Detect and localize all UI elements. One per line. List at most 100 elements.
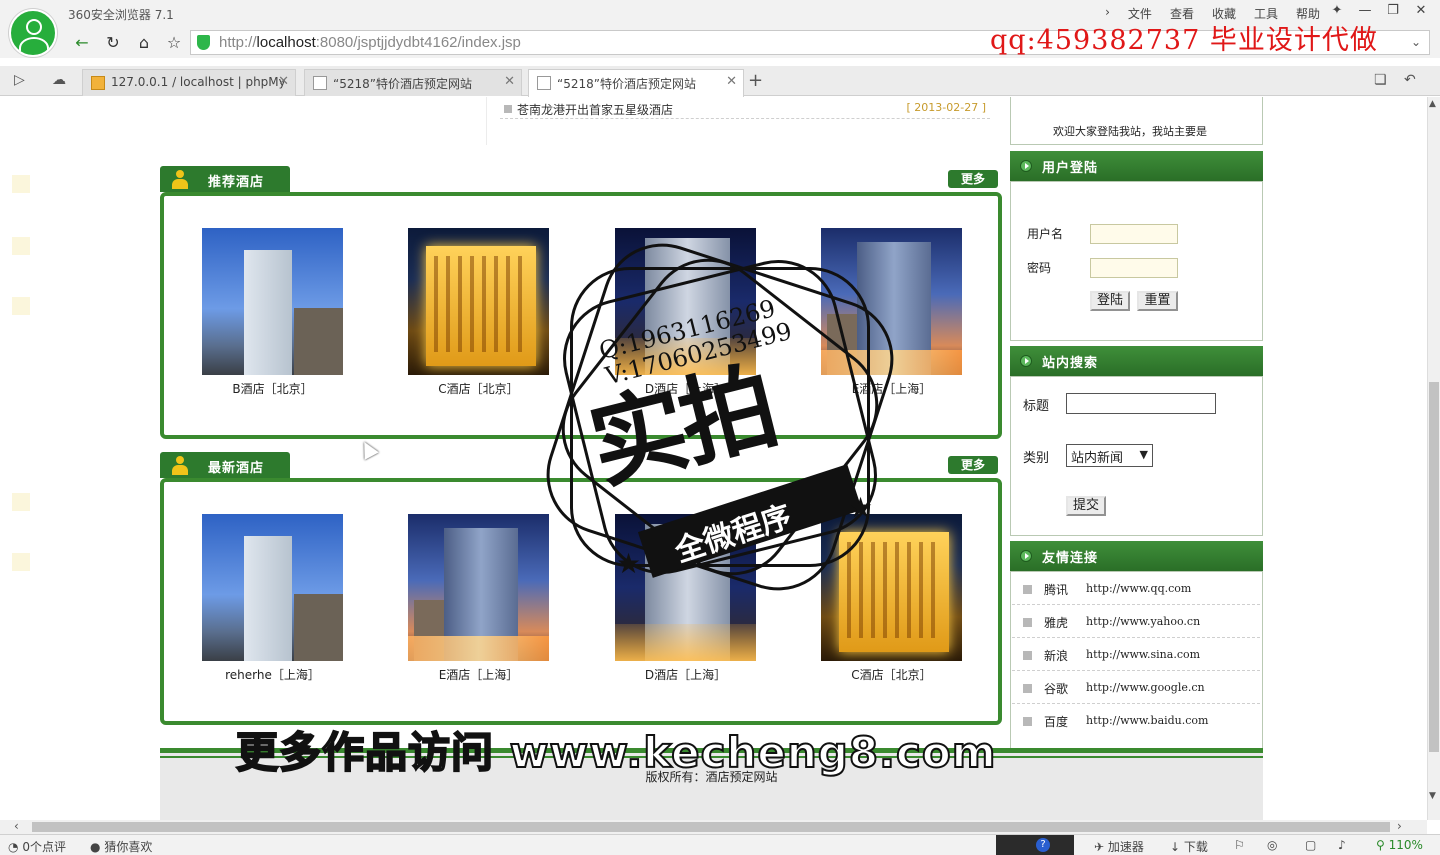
scroll-down-icon[interactable]: ▼ <box>1429 791 1436 801</box>
tab-close-icon[interactable]: ✕ <box>504 74 515 89</box>
back-icon[interactable]: ← <box>70 32 94 54</box>
vertical-scroll-thumb[interactable] <box>1429 382 1439 752</box>
page-footer: 版权所有：酒店预定网站 <box>160 748 1263 820</box>
scroll-up-icon[interactable]: ▲ <box>1429 99 1436 109</box>
link-url[interactable]: http://www.sina.com <box>1086 648 1200 661</box>
password-input[interactable] <box>1090 258 1178 278</box>
tab-close-icon[interactable]: ✕ <box>726 74 737 89</box>
hotel-name[interactable]: E酒店［上海］ <box>408 666 549 683</box>
search-header: 站内搜索 <box>1010 346 1263 376</box>
link-url[interactable]: http://www.qq.com <box>1086 582 1191 595</box>
new-tab-icon[interactable]: + <box>748 70 763 91</box>
login-button[interactable]: 登陆 <box>1090 291 1130 311</box>
link-item[interactable]: 百度 http://www.baidu.com <box>1012 704 1260 737</box>
tab-list-icon[interactable]: ❏ <box>1374 72 1387 88</box>
hotel-photo[interactable] <box>615 228 756 375</box>
hotel-name[interactable]: reherhe［上海］ <box>202 666 343 683</box>
link-item[interactable]: 新浪 http://www.sina.com <box>1012 638 1260 671</box>
link-name[interactable]: 新浪 <box>1044 647 1068 664</box>
scroll-left-icon[interactable]: ‹ <box>14 819 19 833</box>
ie-icon[interactable]: ◎ <box>1267 838 1277 852</box>
hotel-card[interactable]: reherhe［上海］ <box>202 514 343 683</box>
username-input[interactable] <box>1090 224 1178 244</box>
system-tray: ? <box>996 835 1074 855</box>
scroll-right-icon[interactable]: › <box>1397 819 1402 833</box>
hotel-photo[interactable] <box>408 228 549 375</box>
sidebar-toggle-icon[interactable]: ▷ <box>14 72 25 88</box>
hotel-card[interactable]: D酒店［上海］ <box>615 228 756 397</box>
recommended-more-button[interactable]: 更多 <box>948 170 998 188</box>
page-viewport: 苍南龙港开出首家五星级酒店 [ 2013-02-27 ] 欢迎大家登陆我站，我站… <box>0 97 1427 820</box>
category-select[interactable]: 站内新闻 ▼ <box>1066 444 1153 467</box>
accelerator-button[interactable]: ✈ 加速器 <box>1094 838 1144 855</box>
address-dropdown-icon[interactable]: ⌄ <box>1411 35 1421 49</box>
horizontal-scroll-thumb[interactable] <box>32 822 1390 832</box>
refresh-icon[interactable]: ↻ <box>101 32 125 54</box>
rocket-icon: ✈ <box>1094 840 1105 854</box>
flag-icon[interactable]: ⚐ <box>1234 838 1245 852</box>
hotel-photo[interactable] <box>821 514 962 661</box>
vertical-scrollbar[interactable]: ▲ ▼ <box>1427 97 1440 820</box>
star-icon[interactable]: ☆ <box>162 32 186 54</box>
zoom-control[interactable]: ⚲ 110% <box>1376 838 1423 852</box>
horizontal-scrollbar[interactable]: ‹ › <box>0 819 1427 834</box>
link-item[interactable]: 谷歌 http://www.google.cn <box>1012 671 1260 704</box>
hotel-card[interactable]: B酒店［北京］ <box>202 228 343 397</box>
tab-hotel-site-2[interactable]: “5218”特价酒店预定网站 ✕ <box>528 69 744 97</box>
magnifier-icon: ⚲ <box>1376 838 1385 852</box>
address-url[interactable]: http://localhost:8080/jsptjjdydbt4162/in… <box>219 34 521 51</box>
hotel-card[interactable]: E酒店［上海］ <box>408 514 549 683</box>
phpmyadmin-icon <box>91 76 105 90</box>
hotel-name[interactable]: C酒店［北京］ <box>821 666 962 683</box>
hotel-card[interactable]: C酒店［北京］ <box>408 228 549 397</box>
link-name[interactable]: 雅虎 <box>1044 614 1068 631</box>
close-window-icon[interactable]: ✕ <box>1410 2 1432 20</box>
arrow-bullet-icon <box>1020 550 1032 562</box>
guess-status[interactable]: ● 猜你喜欢 <box>90 838 152 855</box>
home-icon[interactable]: ⌂ <box>132 32 156 54</box>
link-url[interactable]: http://www.google.cn <box>1086 681 1205 694</box>
link-item[interactable]: 腾讯 http://www.qq.com <box>1012 572 1260 605</box>
reset-button[interactable]: 重置 <box>1137 291 1178 311</box>
news-item[interactable]: 苍南龙港开出首家五星级酒店 [ 2013-02-27 ] <box>500 99 990 119</box>
link-name[interactable]: 百度 <box>1044 713 1068 730</box>
maximize-icon[interactable]: ❐ <box>1382 2 1404 20</box>
download-button[interactable]: ↓ 下载 <box>1170 838 1208 855</box>
link-name[interactable]: 腾讯 <box>1044 581 1068 598</box>
undo-close-icon[interactable]: ↶ <box>1404 72 1416 88</box>
link-url[interactable]: http://www.baidu.com <box>1086 714 1208 727</box>
heart-icon: ● <box>90 840 101 854</box>
user-avatar[interactable] <box>9 9 57 57</box>
link-item[interactable]: 雅虎 http://www.yahoo.cn <box>1012 605 1260 638</box>
hotel-name[interactable]: D酒店［上海］ <box>615 380 756 397</box>
hotel-name[interactable]: C酒店［北京］ <box>408 380 549 397</box>
hotel-name[interactable]: D酒店［上海］ <box>615 666 756 683</box>
hotel-name[interactable]: E酒店［上海］ <box>821 380 962 397</box>
volume-icon[interactable]: ♪ <box>1338 838 1346 852</box>
help-icon[interactable]: ? <box>1036 838 1050 852</box>
news-title[interactable]: 苍南龙港开出首家五星级酒店 <box>517 101 673 118</box>
hotel-card[interactable]: D酒店［上海］ <box>615 514 756 683</box>
tab-hotel-site-1[interactable]: “5218”特价酒店预定网站 ✕ <box>304 69 522 96</box>
tab-label: 127.0.0.1 / localhost | phpMy <box>111 75 286 89</box>
hotel-photo[interactable] <box>202 228 343 375</box>
hotel-name[interactable]: B酒店［北京］ <box>202 380 343 397</box>
qq-watermark: qq:459382737 毕业设计代做 <box>990 25 1378 56</box>
search-submit-button[interactable]: 提交 <box>1066 496 1106 516</box>
link-name[interactable]: 谷歌 <box>1044 680 1068 697</box>
hotel-card[interactable]: E酒店［上海］ <box>821 228 962 397</box>
link-url[interactable]: http://www.yahoo.cn <box>1086 615 1200 628</box>
hotel-photo[interactable] <box>408 514 549 661</box>
reviews-status[interactable]: ◔ 0个点评 <box>8 838 66 855</box>
hotel-card[interactable]: C酒店［北京］ <box>821 514 962 683</box>
search-title-input[interactable] <box>1066 393 1216 414</box>
hotel-photo[interactable] <box>821 228 962 375</box>
cloud-icon[interactable]: ☁ <box>52 72 66 88</box>
tab-phpmyadmin[interactable]: 127.0.0.1 / localhost | phpMy ✕ <box>82 69 296 96</box>
bullet-icon <box>1023 684 1032 693</box>
window-icon[interactable]: ▢ <box>1305 838 1316 852</box>
tab-close-icon[interactable]: ✕ <box>278 74 289 89</box>
hotel-photo[interactable] <box>615 514 756 661</box>
latest-more-button[interactable]: 更多 <box>948 456 998 474</box>
hotel-photo[interactable] <box>202 514 343 661</box>
